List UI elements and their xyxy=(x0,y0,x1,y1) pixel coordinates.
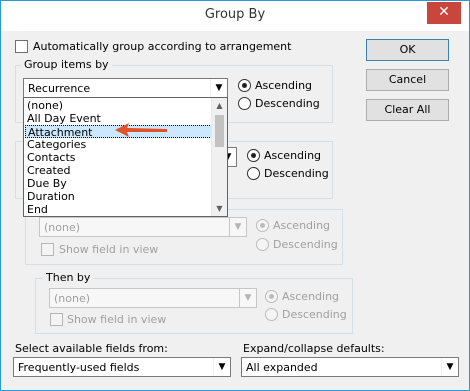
dropdown-option[interactable]: Due By xyxy=(25,177,212,190)
then-by-1-descending-label: Descending xyxy=(264,167,329,180)
then-by-2-descending-radio[interactable] xyxy=(256,238,269,251)
auto-group-checkbox[interactable] xyxy=(15,40,28,53)
fields-from-select[interactable]: Frequently-used fields ▼ xyxy=(13,357,231,377)
then-by-2-value: (none) xyxy=(44,221,81,234)
then-by-2-show-field-label: Show field in view xyxy=(59,243,159,256)
then-by-3-ascending-label: Ascending xyxy=(282,290,340,303)
group-ascending-radio[interactable] xyxy=(238,79,251,92)
then-by-3-legend: Then by xyxy=(43,271,94,284)
expand-collapse-value: All expanded xyxy=(246,361,318,374)
annotation-arrow-icon xyxy=(115,123,167,137)
dropdown-option[interactable]: End xyxy=(25,203,212,216)
expand-collapse-select[interactable]: All expanded ▼ xyxy=(241,357,459,377)
dropdown-option[interactable]: (none) xyxy=(25,99,212,112)
then-by-3-descending-label: Descending xyxy=(282,308,347,321)
dropdown-option[interactable]: Created xyxy=(25,164,212,177)
title-bar: Group By ✕ xyxy=(1,1,469,31)
then-by-1-ascending-radio[interactable] xyxy=(247,149,260,162)
fields-from-value: Frequently-used fields xyxy=(18,361,140,374)
fields-from-label: Select available fields from: xyxy=(15,342,168,355)
group-items-by-legend: Group items by xyxy=(21,58,112,71)
chevron-down-icon[interactable]: ▼ xyxy=(229,218,246,236)
then-by-3-descending-radio[interactable] xyxy=(265,308,278,321)
close-icon[interactable]: ✕ xyxy=(427,2,461,24)
scroll-down-icon[interactable]: ▼ xyxy=(212,201,227,216)
dialog-title: Group By xyxy=(204,7,266,22)
then-by-3-select[interactable]: (none) ▼ xyxy=(49,288,257,308)
group-by-dialog: Group By ✕ Automatically group according… xyxy=(0,0,470,391)
chevron-down-icon[interactable]: ▼ xyxy=(210,79,227,97)
dropdown-scrollbar[interactable]: ▲ ▼ xyxy=(211,98,227,216)
then-by-2-select[interactable]: (none) ▼ xyxy=(39,217,247,237)
group-descending-radio[interactable] xyxy=(238,97,251,110)
group-items-by-select[interactable]: Recurrence ▼ xyxy=(23,78,228,98)
expand-collapse-label: Expand/collapse defaults: xyxy=(243,342,385,355)
group-items-by-dropdown-list: (none) All Day Event Attachment Categori… xyxy=(23,97,228,217)
dropdown-option[interactable]: Duration xyxy=(25,190,212,203)
chevron-down-icon[interactable]: ▼ xyxy=(441,358,458,376)
then-by-3-show-field-label: Show field in view xyxy=(67,313,167,326)
chevron-down-icon[interactable]: ▼ xyxy=(239,289,256,307)
then-by-2-ascending-radio[interactable] xyxy=(256,219,269,232)
dropdown-option[interactable]: Contacts xyxy=(25,151,212,164)
clear-all-button[interactable]: Clear All xyxy=(366,99,449,121)
then-by-3-ascending-radio[interactable] xyxy=(265,290,278,303)
group-ascending-label: Ascending xyxy=(255,79,313,92)
then-by-2-show-field-checkbox[interactable] xyxy=(41,243,54,256)
then-by-1-ascending-label: Ascending xyxy=(264,149,322,162)
auto-group-label: Automatically group according to arrange… xyxy=(33,40,292,53)
group-descending-label: Descending xyxy=(255,97,320,110)
scroll-up-icon[interactable]: ▲ xyxy=(212,98,227,113)
chevron-down-icon[interactable]: ▼ xyxy=(213,358,230,376)
then-by-2-ascending-label: Ascending xyxy=(273,219,331,232)
scrollbar-thumb[interactable] xyxy=(215,115,224,147)
group-items-by-value: Recurrence xyxy=(28,82,91,95)
cancel-button[interactable]: Cancel xyxy=(366,69,449,91)
then-by-3-show-field-checkbox[interactable] xyxy=(50,313,63,326)
then-by-1-descending-radio[interactable] xyxy=(247,167,260,180)
ok-button[interactable]: OK xyxy=(366,39,449,61)
then-by-2-descending-label: Descending xyxy=(273,238,338,251)
then-by-3-value: (none) xyxy=(54,292,91,305)
